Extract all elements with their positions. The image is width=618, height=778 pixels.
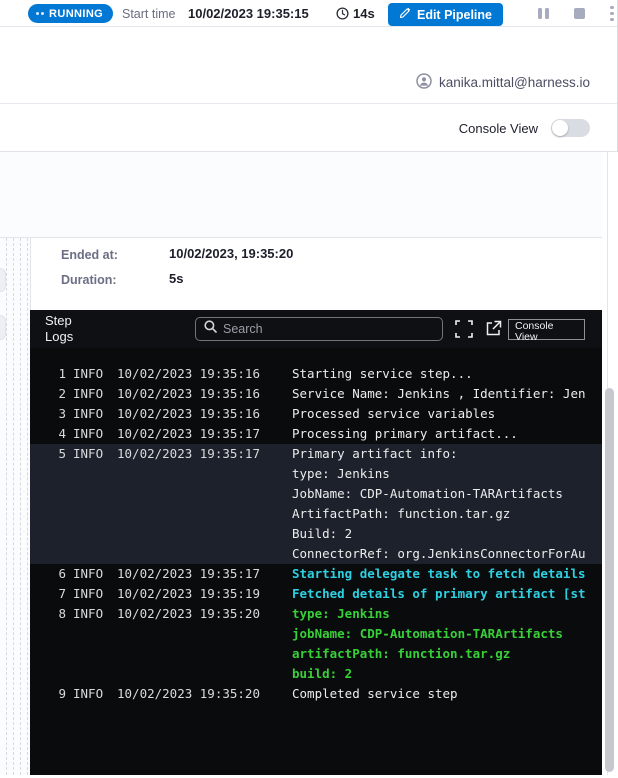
log-entry: 7INFO10/02/2023 19:35:19Fetched details …: [30, 584, 602, 604]
start-time-value: 10/02/2023 19:35:15: [188, 6, 309, 21]
log-panel-header: Step Logs Console View: [30, 310, 602, 348]
log-entry: 1INFO10/02/2023 19:35:16Starting service…: [30, 364, 602, 384]
log-entry: 5INFO10/02/2023 19:35:17Primary artifact…: [30, 444, 602, 564]
duration-value: 5s: [169, 271, 183, 286]
canvas-grid-line: [13, 238, 14, 775]
ended-at-label: Ended at:: [61, 248, 118, 262]
pipeline-canvas-strip: [0, 238, 30, 775]
log-body: 1INFO10/02/2023 19:35:16Starting service…: [30, 348, 602, 775]
edit-pipeline-button[interactable]: Edit Pipeline: [388, 3, 503, 26]
start-time-label: Start time: [122, 7, 176, 21]
running-indicator-dots: [36, 12, 44, 15]
step-logs-panel: Step Logs Console View 1INFO10/02/2023 1…: [30, 310, 602, 775]
console-view-label: Console View: [459, 121, 538, 136]
execution-detail-page: RUNNING Start time 10/02/2023 19:35:15 1…: [0, 0, 618, 778]
user-email: kanika.mittal@harness.io: [439, 75, 590, 90]
account-bar: kanika.mittal@harness.io: [0, 28, 618, 103]
edit-pipeline-label: Edit Pipeline: [417, 8, 492, 22]
toggle-knob: [552, 120, 568, 136]
pipeline-node-partial[interactable]: [0, 315, 6, 340]
log-search-input[interactable]: [223, 322, 434, 336]
log-search-box: [195, 317, 443, 341]
open-in-new-tab-icon[interactable]: [485, 320, 502, 337]
ended-at-value: 10/02/2023, 19:35:20: [169, 246, 293, 261]
pipeline-node-partial[interactable]: [0, 268, 6, 292]
status-badge: RUNNING: [28, 4, 113, 23]
log-entry: 2INFO10/02/2023 19:35:16Service Name: Je…: [30, 384, 602, 404]
log-panel-title: Step Logs: [45, 313, 97, 345]
vertical-scrollbar[interactable]: [605, 388, 614, 772]
elapsed-time: 14s: [353, 6, 375, 21]
user-menu[interactable]: kanika.mittal@harness.io: [416, 73, 590, 92]
log-entry: 4INFO10/02/2023 19:35:17Processing prima…: [30, 424, 602, 444]
canvas-grid-line: [6, 238, 7, 775]
stop-execution-button[interactable]: [574, 0, 585, 27]
pencil-icon: [399, 7, 411, 22]
log-entry: 6INFO10/02/2023 19:35:17Starting delegat…: [30, 564, 602, 584]
console-view-toggle[interactable]: [551, 119, 590, 137]
canvas-grid-line: [27, 238, 28, 775]
log-entry: 9INFO10/02/2023 19:35:20Completed servic…: [30, 684, 602, 704]
canvas-grid-line: [20, 238, 21, 775]
search-icon: [204, 320, 217, 338]
console-view-button[interactable]: Console View: [508, 319, 585, 340]
log-entry: 8INFO10/02/2023 19:35:20type: Jenkinsjob…: [30, 604, 602, 684]
view-options-bar: Console View: [0, 104, 618, 152]
user-avatar-icon: [416, 73, 432, 92]
pause-execution-button[interactable]: [538, 0, 552, 27]
clock-icon: [336, 7, 349, 25]
log-entry: 3INFO10/02/2023 19:35:16Processed servic…: [30, 404, 602, 424]
duration-label: Duration:: [61, 273, 117, 287]
run-status-bar: RUNNING Start time 10/02/2023 19:35:15 1…: [0, 0, 618, 27]
status-badge-label: RUNNING: [49, 8, 103, 20]
more-options-menu-button[interactable]: [607, 0, 617, 27]
fullscreen-icon[interactable]: [455, 320, 473, 338]
